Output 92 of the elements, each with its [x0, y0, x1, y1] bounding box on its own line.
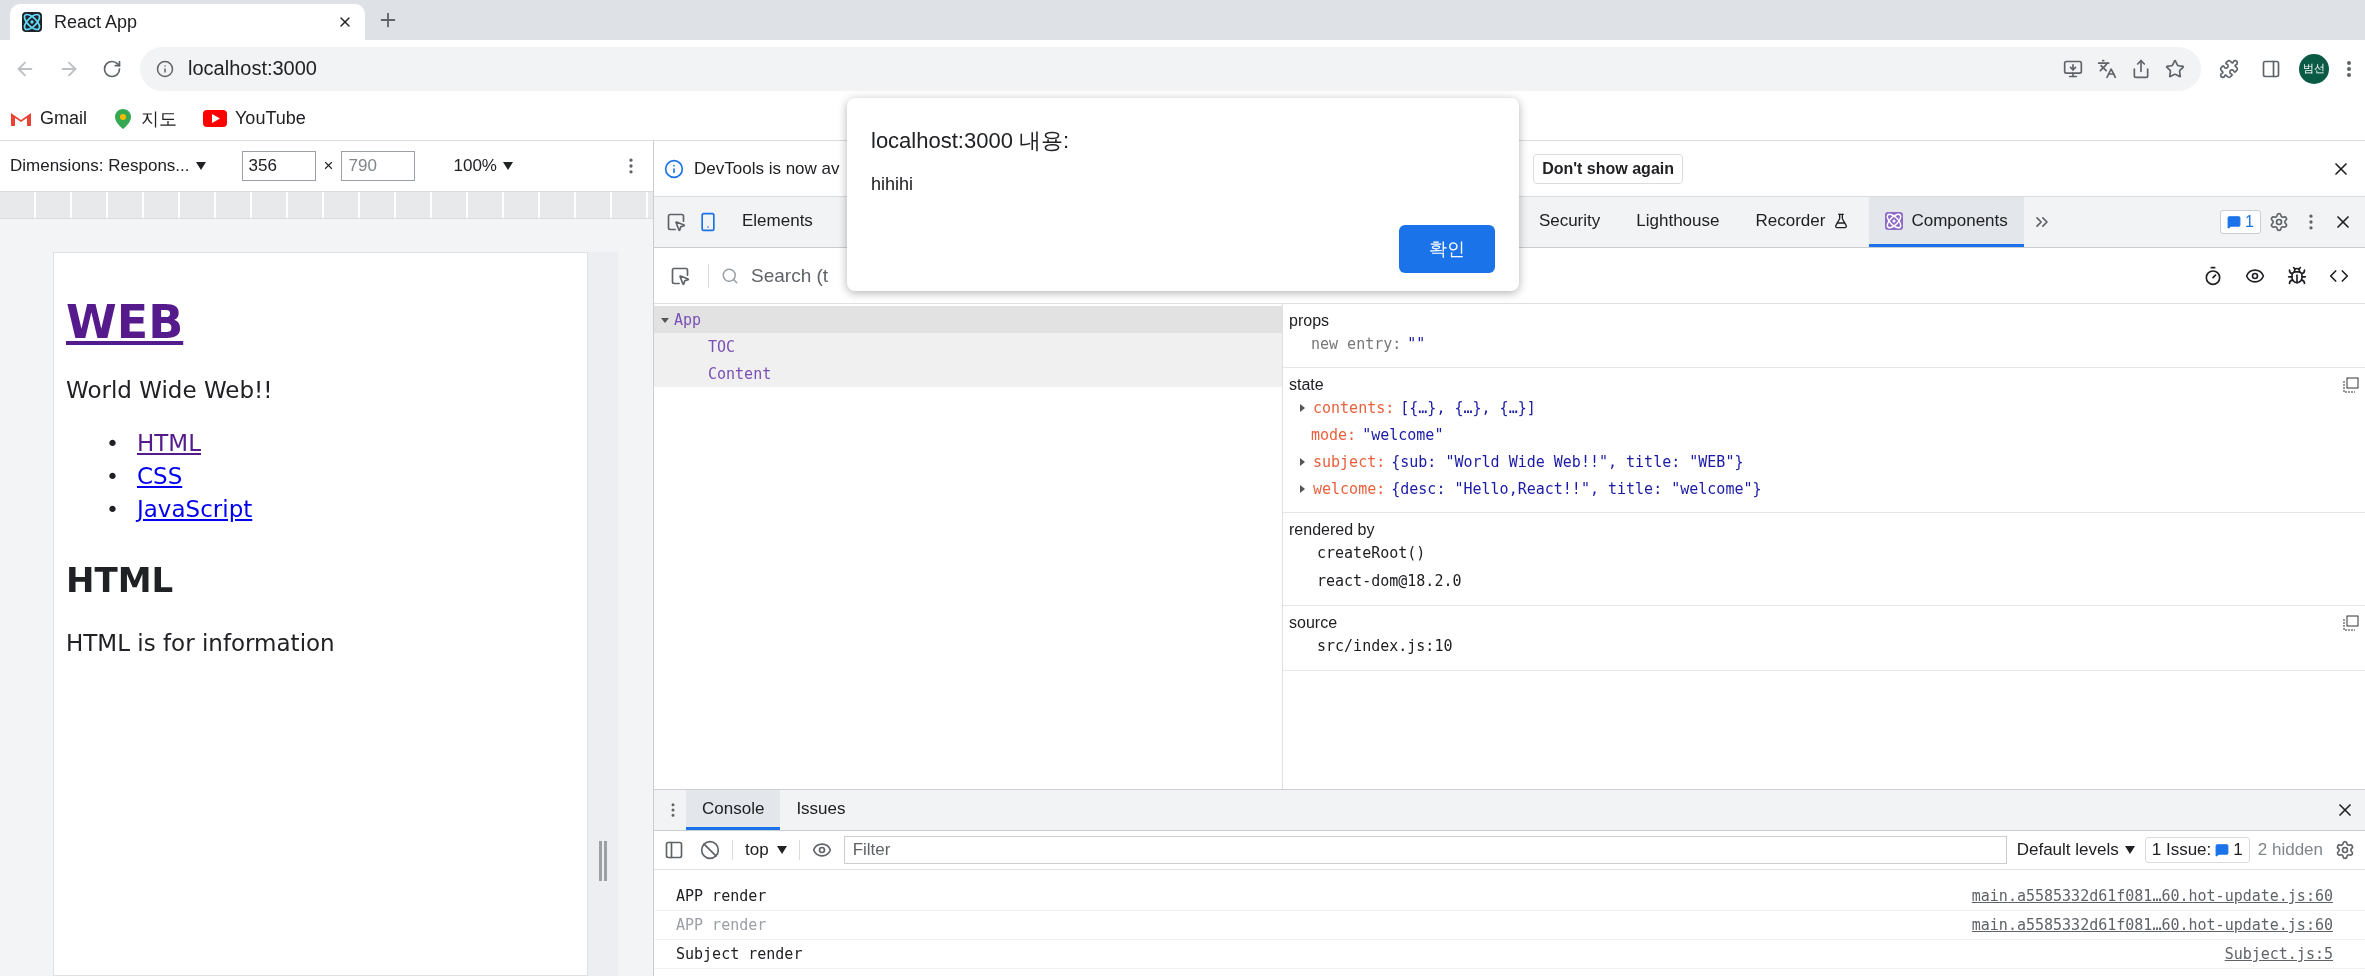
info-icon	[156, 59, 174, 78]
prop-key: mode:	[1311, 425, 1357, 444]
prop-value: {desc: "Hello,React!!", title: "welcome"}	[1391, 479, 1762, 498]
prop-key: new entry:	[1311, 334, 1402, 353]
dont-show-button[interactable]: Don't show again	[1533, 153, 1683, 184]
nav-link[interactable]: HTML	[137, 427, 201, 460]
dialog-title: localhost:3000 내용:	[871, 127, 1071, 155]
react-logo-icon	[1885, 211, 1904, 230]
subtitle-text: World Wide Web!!	[66, 377, 274, 403]
drawer-tab[interactable]: Console	[686, 790, 781, 830]
ok-button[interactable]: 확인	[1399, 225, 1495, 273]
expand-caret-icon[interactable]	[1297, 402, 1307, 413]
info-icon	[664, 158, 684, 179]
prop-value: "welcome"	[1362, 425, 1444, 444]
filter-field[interactable]: Filter	[843, 836, 2007, 864]
map-pin-icon	[113, 107, 133, 130]
detail-line: createRoot()	[1316, 543, 1427, 564]
caret-icon	[2124, 846, 2135, 854]
resize-handle-icon[interactable]	[598, 841, 608, 881]
messages-badge[interactable]: 1	[2220, 210, 2261, 234]
detail-line: src/index.js:10	[1316, 636, 1454, 657]
bookmark-link[interactable]: YouTube	[203, 108, 306, 129]
react-logo-icon	[22, 12, 42, 32]
section-title: props	[1289, 312, 1331, 330]
menu-icon	[2347, 60, 2351, 77]
play-icon	[203, 110, 227, 127]
expand-caret-icon[interactable]	[1297, 483, 1307, 494]
devtools-tab[interactable]: Security	[1522, 197, 1617, 247]
translate-icon[interactable]	[2097, 58, 2117, 79]
caret-icon	[195, 162, 206, 170]
expand-caret-icon[interactable]	[1297, 456, 1307, 467]
log-message: APP render	[676, 916, 768, 934]
prop-key: contents:	[1313, 398, 1395, 417]
bullet: •	[106, 496, 119, 524]
height-field[interactable]: 790	[341, 151, 416, 181]
log-message: APP render	[676, 887, 768, 905]
caret-icon	[502, 162, 513, 170]
devtools-tab[interactable]: Recorder	[1739, 197, 1866, 247]
zoom-dropdown[interactable]: 100%	[451, 154, 515, 178]
nav-link[interactable]: JavaScript	[137, 493, 253, 526]
context-dropdown[interactable]: top	[732, 840, 800, 860]
drawer-tab[interactable]: Issues	[780, 790, 862, 830]
url-text: localhost:3000	[188, 57, 318, 80]
nav-link[interactable]: CSS	[137, 460, 183, 493]
prop-value: {sub: "World Wide Web!!", title: "WEB"}	[1391, 452, 1744, 471]
copy-icon[interactable]	[2343, 377, 2359, 393]
title-link[interactable]: WEB	[66, 295, 184, 349]
issues-button[interactable]: 1 Issue: 1	[2144, 837, 2250, 863]
prop-key: subject:	[1313, 452, 1386, 471]
times-sign: ×	[323, 156, 334, 176]
bookmark-link[interactable]: 지도	[113, 106, 177, 131]
source-link[interactable]: Subject.js:5	[2224, 945, 2333, 963]
tree-item[interactable]: App	[654, 306, 1282, 333]
flask-icon	[1833, 212, 1850, 229]
prop-value: ""	[1407, 334, 1426, 353]
section-title: state	[1289, 376, 1325, 394]
section-heading: HTML	[66, 560, 175, 600]
source-link[interactable]: main.a5585332d61f081…60.hot-update.js:60	[1971, 916, 2333, 934]
message-icon	[2215, 843, 2230, 857]
width-field[interactable]: 356	[241, 151, 316, 181]
hidden-count: 2 hidden	[2257, 840, 2323, 860]
devtools-tab[interactable]: Elements	[726, 197, 829, 247]
info-text: DevTools is now av	[694, 158, 841, 179]
log-message: Subject render	[676, 945, 804, 963]
levels-dropdown[interactable]: Default levels	[2014, 838, 2137, 862]
prop-key: welcome:	[1313, 479, 1386, 498]
detail-line: react-dom@18.2.0	[1316, 571, 1463, 592]
browser-tab[interactable]: React App	[10, 4, 365, 40]
bookmark-link[interactable]: Gmail	[10, 108, 87, 129]
devtools-tab[interactable]: Lighthouse	[1620, 197, 1736, 247]
section-title: source	[1289, 614, 1339, 632]
source-link[interactable]: main.a5585332d61f081…60.hot-update.js:60	[1971, 887, 2333, 905]
tree-item[interactable]: Content	[654, 360, 1282, 387]
bullet: •	[106, 463, 119, 491]
section-title: rendered by	[1289, 521, 1376, 539]
prop-value: [{…}, {…}, {…}]	[1400, 398, 1536, 417]
install-icon[interactable]	[2063, 58, 2083, 79]
dimensions-dropdown[interactable]: Dimensions: Respons...	[8, 154, 208, 178]
tree-item[interactable]: TOC	[654, 333, 1282, 360]
star-icon[interactable]	[2165, 58, 2185, 79]
profile-avatar[interactable]: 범선	[2299, 53, 2329, 84]
dialog-message: hihihi	[871, 174, 915, 196]
body-text: HTML is for information	[66, 630, 336, 656]
search-icon	[721, 266, 739, 285]
address-bar[interactable]: localhost:3000	[140, 46, 2201, 91]
tab-title: React App	[54, 11, 139, 33]
bullet: •	[106, 430, 119, 458]
devtools-tab[interactable]: Components	[1869, 197, 2024, 247]
share-icon[interactable]	[2131, 58, 2151, 79]
copy-icon[interactable]	[2343, 615, 2359, 631]
caret-icon	[776, 846, 787, 854]
mail-icon	[10, 110, 32, 127]
